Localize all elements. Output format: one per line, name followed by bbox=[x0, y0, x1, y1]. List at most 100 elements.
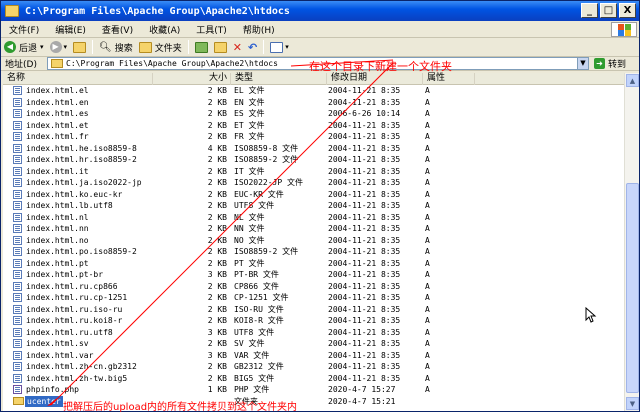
search-button[interactable]: 🔍︎ 搜索 bbox=[96, 39, 136, 56]
file-name: index.html.et bbox=[26, 120, 89, 130]
file-row[interactable]: index.html.ru.koi8-r 2 KB KOI8-R 文件 2004-11… bbox=[3, 315, 624, 326]
file-modified: 2004-11-21 8:35 bbox=[328, 97, 401, 107]
file-icon bbox=[13, 166, 22, 176]
file-modified: 2004-11-21 8:35 bbox=[328, 247, 401, 256]
menu-help[interactable]: 帮助(H) bbox=[235, 23, 283, 36]
address-label: 地址(D) bbox=[5, 60, 37, 70]
go-button[interactable]: ➜ 转到 bbox=[594, 57, 626, 70]
file-type: VAR 文件 bbox=[234, 350, 270, 360]
file-type: KOI8-R 文件 bbox=[234, 316, 284, 325]
file-row[interactable]: index.html.ja.iso2022-jp 2 KB ISO2022-JP 文… bbox=[3, 177, 624, 188]
file-row[interactable]: index.html.ru.utf8 3 KB UTF8 文件 2004-11-21 … bbox=[3, 327, 624, 338]
file-type: ISO-RU 文件 bbox=[234, 304, 284, 314]
up-folder-button[interactable] bbox=[70, 39, 89, 56]
scrollbar-thumb[interactable] bbox=[626, 183, 639, 393]
file-modified: 2004-11-21 8:35 bbox=[328, 212, 401, 222]
file-row[interactable]: index.html.ru.iso-ru 2 KB ISO-RU 文件 2004-11… bbox=[3, 304, 624, 315]
menu-file[interactable]: 文件(F) bbox=[1, 23, 47, 36]
close-button[interactable]: X bbox=[619, 3, 636, 18]
minimize-button[interactable]: _ bbox=[581, 3, 598, 18]
column-modified[interactable]: 修改日期 bbox=[327, 73, 423, 85]
file-size: 4 KB bbox=[207, 143, 227, 153]
file-row[interactable]: index.html.zh-cn.gb2312 2 KB GB2312 文件 2004… bbox=[3, 361, 624, 372]
file-size: 2 KB bbox=[207, 247, 227, 256]
menu-tools[interactable]: 工具(T) bbox=[188, 23, 235, 36]
file-type: PT-BR 文件 bbox=[234, 270, 279, 279]
copy-to-icon bbox=[213, 41, 227, 53]
file-row[interactable]: index.html.lb.utf8 2 KB UTF8 文件 2004-11-21 … bbox=[3, 200, 624, 211]
file-type: ISO8859-8 文件 bbox=[234, 143, 299, 153]
file-row[interactable]: index.html.he.iso8859-8 4 KB ISO8859-8 文件 2… bbox=[3, 143, 624, 154]
menu-edit[interactable]: 编辑(E) bbox=[47, 23, 94, 36]
file-row[interactable]: index.html.es 2 KB ES 文件 2006-6-26 10:14 A bbox=[3, 108, 624, 119]
file-size: 3 KB bbox=[207, 350, 227, 360]
address-dropdown-button[interactable]: ▼ bbox=[577, 58, 588, 69]
undo-icon: ↶ bbox=[248, 40, 258, 54]
file-name: index.html.nn bbox=[26, 224, 89, 233]
file-name: index.html.zh-cn.gb2312 bbox=[26, 362, 137, 371]
folder-icon bbox=[13, 396, 24, 405]
views-button[interactable]: ▾ bbox=[267, 39, 292, 56]
file-modified: 2020-4-7 15:27 bbox=[328, 385, 396, 394]
file-modified: 2004-11-21 8:35 bbox=[328, 304, 401, 314]
forward-button[interactable]: ▶ ▾ bbox=[47, 39, 71, 56]
file-row[interactable]: index.html.var 3 KB VAR 文件 2004-11-21 8:35 A bbox=[3, 350, 624, 361]
file-type: ET 文件 bbox=[234, 120, 265, 130]
file-modified: 2020-4-7 15:21 bbox=[328, 396, 396, 406]
window-controls: _ □ X bbox=[581, 3, 636, 18]
file-row[interactable]: index.html.sv 2 KB SV 文件 2004-11-21 8:35 A bbox=[3, 338, 624, 349]
maximize-button[interactable]: □ bbox=[600, 3, 617, 18]
column-attributes[interactable]: 属性 bbox=[423, 73, 475, 85]
file-size: 2 KB bbox=[207, 97, 227, 107]
file-row[interactable]: index.html.fr 2 KB FR 文件 2004-11-21 8:35 A bbox=[3, 131, 624, 142]
column-size[interactable]: 大小 bbox=[153, 73, 231, 85]
file-row[interactable]: index.html.ko.euc-kr 2 KB EUC-KR 文件 2004-11… bbox=[3, 189, 624, 200]
file-row[interactable]: index.html.it 2 KB IT 文件 2004-11-21 8:35 A bbox=[3, 166, 624, 177]
file-row[interactable]: index.html.po.iso8859-2 2 KB ISO8859-2 文件 2… bbox=[3, 246, 624, 257]
file-attributes: A bbox=[425, 373, 430, 383]
column-name[interactable]: 名称 bbox=[3, 73, 153, 85]
file-row[interactable]: phpinfo.php 1 KB PHP 文件 2020-4-7 15:27 A bbox=[3, 384, 624, 395]
file-name: index.html.ru.cp-1251 bbox=[26, 293, 128, 302]
folders-button[interactable]: 文件夹 bbox=[136, 39, 185, 56]
column-type[interactable]: 类型 bbox=[231, 73, 327, 85]
menu-view[interactable]: 查看(V) bbox=[94, 23, 141, 36]
file-row[interactable]: index.html.el 2 KB EL 文件 2004-11-21 8:35 A bbox=[3, 85, 624, 96]
file-modified: 2004-11-21 8:35 bbox=[328, 86, 401, 95]
menu-favorites[interactable]: 收藏(A) bbox=[141, 23, 188, 36]
vertical-scrollbar[interactable]: ▲ ▼ bbox=[624, 73, 639, 411]
scroll-up-button[interactable]: ▲ bbox=[626, 74, 639, 87]
file-row[interactable]: index.html.pt 2 KB PT 文件 2004-11-21 8:35 A bbox=[3, 258, 624, 269]
delete-button[interactable]: ✕ bbox=[230, 39, 245, 56]
file-type: SV 文件 bbox=[234, 339, 265, 348]
file-row[interactable]: index.html.et 2 KB ET 文件 2004-11-21 8:35 A bbox=[3, 120, 624, 131]
file-row[interactable]: index.html.no 2 KB NO 文件 2004-11-21 8:35 A bbox=[3, 235, 624, 246]
file-row[interactable]: index.html.ru.cp866 2 KB CP866 文件 2004-11-2… bbox=[3, 281, 624, 292]
file-icon bbox=[13, 385, 22, 394]
file-type: ISO8859-2 文件 bbox=[234, 155, 299, 164]
file-row[interactable]: index.html.nl 2 KB NL 文件 2004-11-21 8:35 A bbox=[3, 212, 624, 223]
file-type: ES 文件 bbox=[234, 109, 265, 118]
move-to-button[interactable] bbox=[192, 39, 211, 56]
file-attributes: A bbox=[425, 120, 430, 130]
file-row[interactable]: index.html.pt-br 3 KB PT-BR 文件 2004-11-21 8… bbox=[3, 269, 624, 280]
file-row[interactable]: index.html.en 2 KB EN 文件 2004-11-21 8:35 A bbox=[3, 97, 624, 108]
file-type: ISO8859-2 文件 bbox=[234, 247, 299, 256]
file-type: NO 文件 bbox=[234, 235, 265, 245]
file-size: 2 KB bbox=[207, 201, 227, 210]
title-bar[interactable]: C:\Program Files\Apache Group\Apache2\ht… bbox=[1, 1, 639, 21]
menu-bar: 文件(F) 编辑(E) 查看(V) 收藏(A) 工具(T) 帮助(H) bbox=[1, 21, 639, 38]
file-row[interactable]: index.html.hr.iso8859-2 2 KB ISO8859-2 文件 2… bbox=[3, 154, 624, 165]
undo-button[interactable]: ↶ bbox=[245, 39, 260, 56]
copy-to-button[interactable] bbox=[211, 39, 230, 56]
file-list[interactable]: index.html.el 2 KB EL 文件 2004-11-21 8:35 Ain… bbox=[3, 85, 624, 411]
go-label: 转到 bbox=[608, 60, 627, 70]
scroll-down-button[interactable]: ▼ bbox=[626, 397, 639, 410]
file-name: index.html.no bbox=[26, 235, 89, 245]
back-button[interactable]: ◀ 后退 ▾ bbox=[1, 39, 47, 56]
file-size: 2 KB bbox=[207, 293, 227, 302]
file-row[interactable]: index.html.zh-tw.big5 2 KB BIG5 文件 2004-11-… bbox=[3, 373, 624, 384]
file-row[interactable]: index.html.nn 2 KB NN 文件 2004-11-21 8:35 A bbox=[3, 223, 624, 234]
file-attributes: A bbox=[425, 339, 430, 348]
file-row[interactable]: index.html.ru.cp-1251 2 KB CP-1251 文件 2004-… bbox=[3, 292, 624, 303]
